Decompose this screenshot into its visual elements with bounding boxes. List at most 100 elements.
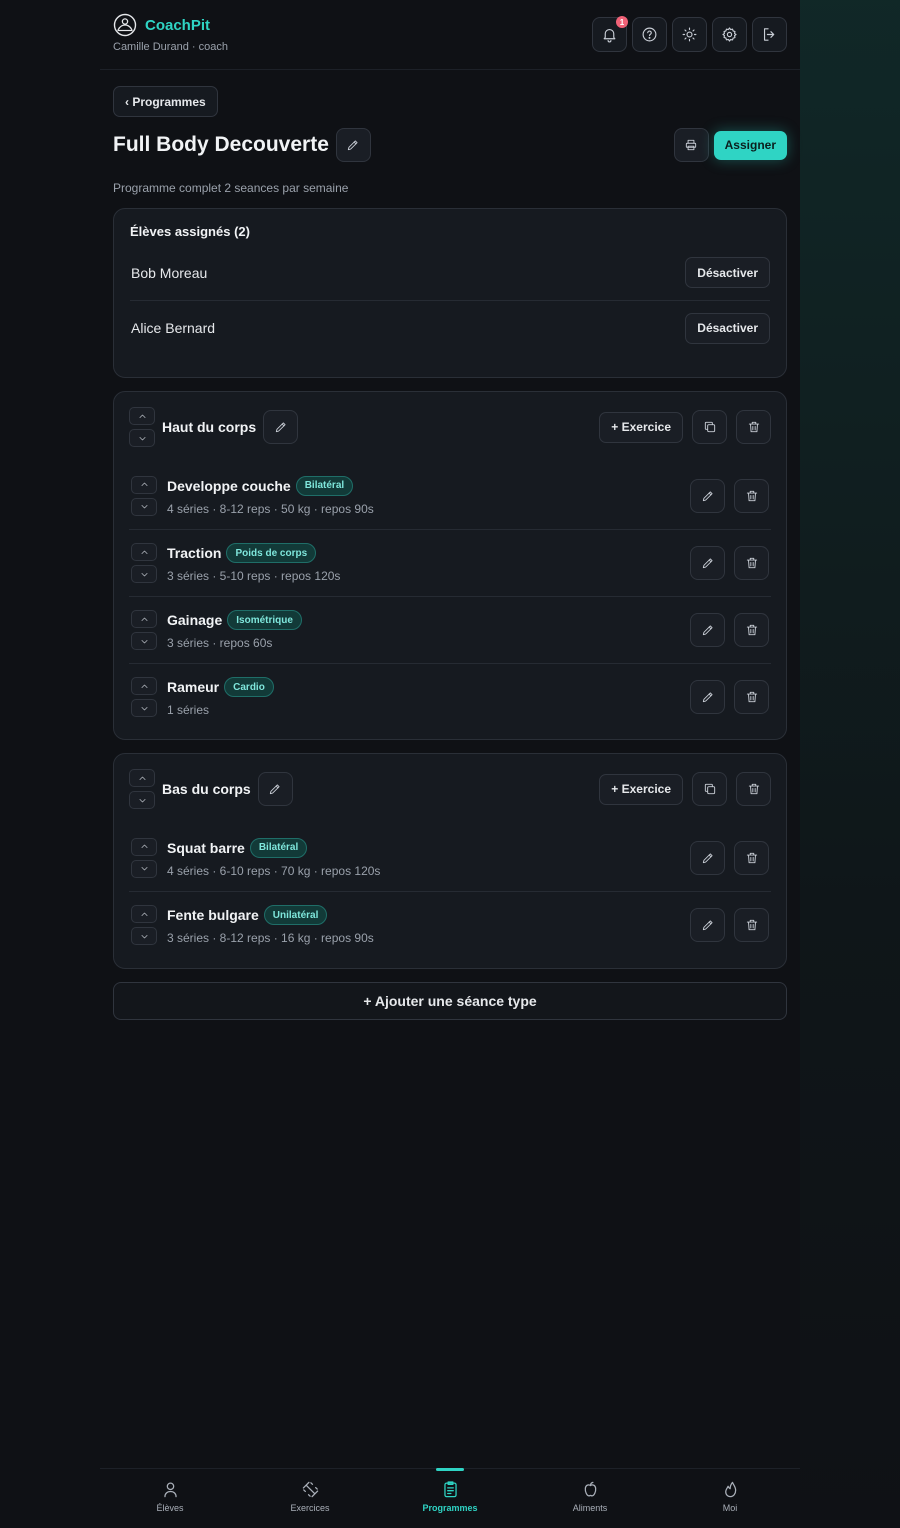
trash-icon [746,691,757,703]
move-down-button[interactable] [131,699,157,717]
edit-exercise-button[interactable] [690,478,725,513]
flame-icon [724,1481,736,1498]
delete-exercise-button[interactable] [734,613,769,647]
exercise-info: Traction Poids de corps 3 séries · 5-10 … [167,543,340,583]
print-button[interactable] [673,128,709,162]
nav-item-moi[interactable]: Moi [660,1469,800,1528]
exercise-actions [690,546,769,580]
session-name: Haut du corps [162,419,257,435]
move-down-button[interactable] [129,791,155,809]
move-up-button[interactable] [131,610,157,628]
exercise-actions [690,840,769,875]
edit-exercise-button[interactable] [690,680,725,714]
deactivate-button[interactable]: Désactiver [685,257,770,288]
move-down-button[interactable] [129,429,155,447]
exercise-row: Fente bulgare Unilatéral 3 séries · 8-12… [129,891,771,958]
current-user: Camille Durand · coach [113,41,228,53]
move-down-button[interactable] [131,497,157,516]
add-session-button[interactable]: + Ajouter une séance type [113,982,787,1020]
move-down-button[interactable] [131,927,157,945]
copy-icon [704,783,715,795]
delete-exercise-button[interactable] [734,908,769,942]
assigned-students-title: Élèves assignés (2) [130,224,250,239]
duplicate-session-button[interactable] [692,772,727,806]
nav-item-exercices[interactable]: Exercices [240,1469,380,1528]
logout-button[interactable] [752,17,787,52]
delete-exercise-button[interactable] [734,680,769,714]
session-actions: + Exercice [599,410,771,444]
exercise-info: Rameur Cardio 1 séries [167,677,274,717]
move-up-button[interactable] [131,677,157,695]
page-title: Full Body Decouverte [113,133,329,156]
help-circle-icon [642,27,657,42]
chevron-up-icon [141,684,147,688]
chevron-up-icon [141,550,147,554]
chevron-up-icon [139,414,145,418]
move-up-button[interactable] [131,543,157,561]
move-up-button[interactable] [129,407,155,425]
move-down-button[interactable] [131,859,157,878]
theme-toggle-button[interactable] [672,17,707,52]
coachpit-logo-icon [113,13,137,37]
move-down-button[interactable] [131,632,157,650]
exercise-name: Squat barre [167,839,245,856]
delete-session-button[interactable] [736,410,771,444]
move-down-button[interactable] [131,565,157,583]
app-shell: CoachPit Camille Durand · coach 1 ‹ Prog… [100,0,800,1528]
student-name: Alice Bernard [131,320,216,336]
brand[interactable]: CoachPit [113,13,210,37]
nav-label: Élèves [156,1503,184,1513]
duplicate-session-button[interactable] [692,410,727,444]
exercise-row: Gainage Isométrique 3 séries · repos 60s [129,596,771,663]
exercise-row: Squat barre Bilatéral 4 séries · 6-10 re… [129,824,771,891]
help-button[interactable] [632,17,667,52]
back-to-programmes-button[interactable]: ‹ Programmes [113,86,218,117]
pencil-icon [702,692,713,703]
edit-exercise-button[interactable] [690,546,725,580]
chevron-up-icon [141,912,147,916]
chevron-down-icon [141,934,147,938]
chevron-down-icon [141,639,147,643]
edit-title-button[interactable] [335,128,371,162]
edit-exercise-button[interactable] [690,613,725,647]
bell-icon [603,28,616,43]
deactivate-button[interactable]: Désactiver [685,312,770,344]
add-exercise-button[interactable]: + Exercice [599,411,683,443]
move-up-button[interactable] [131,475,157,494]
notification-badge: 1 [616,16,628,28]
active-indicator [436,1468,464,1471]
edit-session-button[interactable] [263,410,299,444]
user-icon [163,1482,177,1498]
nav-item-programmes[interactable]: Programmes [380,1468,520,1528]
move-up-button[interactable] [129,769,155,787]
chevron-up-icon [141,482,147,486]
logout-icon [763,28,775,41]
move-up-button[interactable] [131,905,157,923]
exercise-reorder [131,677,157,717]
session-card: Haut du corps + Exercice Developpe couch… [113,391,787,740]
edit-session-button[interactable] [257,772,293,806]
delete-session-button[interactable] [736,772,771,806]
nav-item-eleves[interactable]: Élèves [100,1469,240,1528]
delete-exercise-button[interactable] [734,546,769,580]
edit-exercise-button[interactable] [690,840,725,875]
settings-button[interactable] [712,17,747,52]
pencil-icon [348,140,358,151]
exercise-tag: Isométrique [227,610,302,630]
delete-exercise-button[interactable] [734,478,769,513]
nav-item-aliments[interactable]: Aliments [520,1469,660,1528]
trash-icon [746,852,757,863]
trash-icon [746,919,757,931]
add-exercise-button[interactable]: + Exercice [599,773,683,805]
pencil-icon [702,490,713,501]
exercise-name: Rameur [167,679,220,695]
exercise-reorder [131,475,157,516]
edit-exercise-button[interactable] [690,908,725,942]
notifications-button[interactable]: 1 [592,16,628,52]
assign-button[interactable]: Assigner [713,130,787,160]
chevron-down-icon [141,867,147,871]
chevron-up-icon [141,617,147,621]
delete-exercise-button[interactable] [734,840,769,875]
move-up-button[interactable] [131,837,157,856]
trash-icon [748,421,759,433]
